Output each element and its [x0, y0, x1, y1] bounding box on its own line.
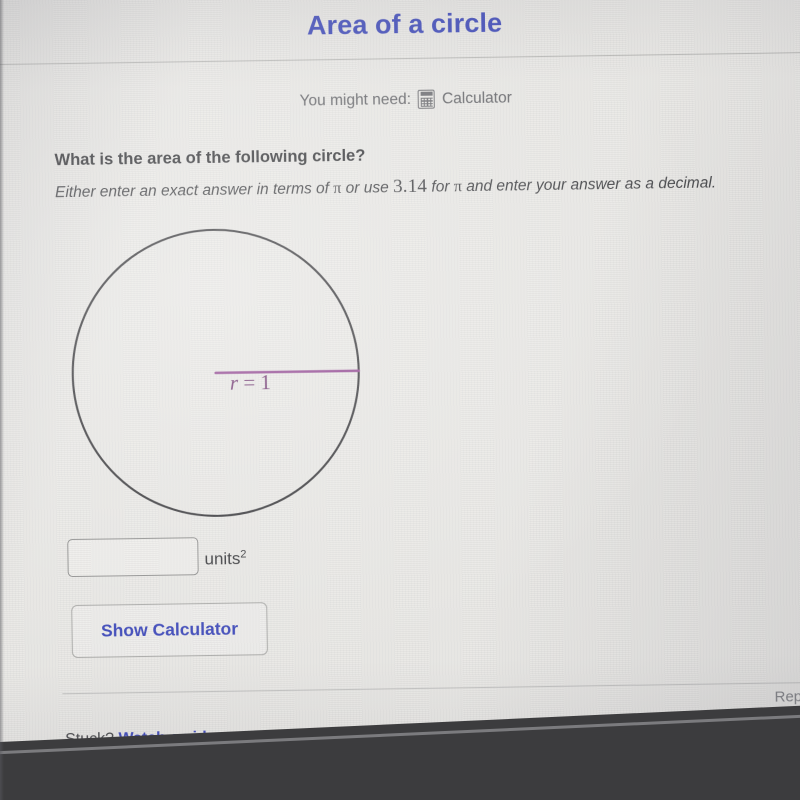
- units-exponent: 2: [240, 548, 247, 561]
- instruction-segment-3: for: [427, 178, 454, 196]
- units-label: units2: [204, 549, 246, 575]
- photo-of-screen: Area of a circle You might need: Calcula…: [0, 0, 800, 800]
- page-title: Area of a circle: [306, 7, 503, 41]
- answer-row: units2: [67, 536, 247, 578]
- pi-symbol-2: π: [453, 178, 463, 196]
- footer-divider: [62, 681, 800, 695]
- you-might-need-label: You might need:: [299, 90, 412, 110]
- answer-input[interactable]: [67, 537, 199, 578]
- circle-diagram: [71, 228, 361, 517]
- radius-label: r = 1: [230, 370, 271, 396]
- you-might-need-row: You might need: Calculator: [0, 84, 800, 116]
- header-divider: [0, 51, 800, 66]
- report-problem-link[interactable]: Report a problem: [774, 687, 800, 706]
- pi-approximation-value: 3.14: [392, 175, 428, 198]
- screen-left-edge-shadow: [0, 0, 4, 800]
- instruction-text: Either enter an exact answer in terms of…: [55, 171, 716, 203]
- exercise-page: Area of a circle You might need: Calcula…: [0, 0, 800, 800]
- radius-equals: =: [237, 370, 261, 395]
- instruction-segment-4: and enter your answer as a decimal.: [461, 174, 717, 196]
- radius-value: 1: [260, 370, 272, 395]
- calculator-tool-label[interactable]: Calculator: [442, 89, 512, 108]
- instruction-segment-2: or use: [341, 179, 394, 197]
- calculator-icon: [417, 89, 436, 109]
- units-text: units: [204, 549, 241, 570]
- show-calculator-button[interactable]: Show Calculator: [71, 602, 268, 659]
- instruction-segment-1: Either enter an exact answer in terms of: [54, 180, 334, 202]
- circle-figure: r = 1: [68, 225, 372, 519]
- screen-surface: Area of a circle You might need: Calcula…: [0, 0, 800, 800]
- question-text: What is the area of the following circle…: [54, 146, 366, 170]
